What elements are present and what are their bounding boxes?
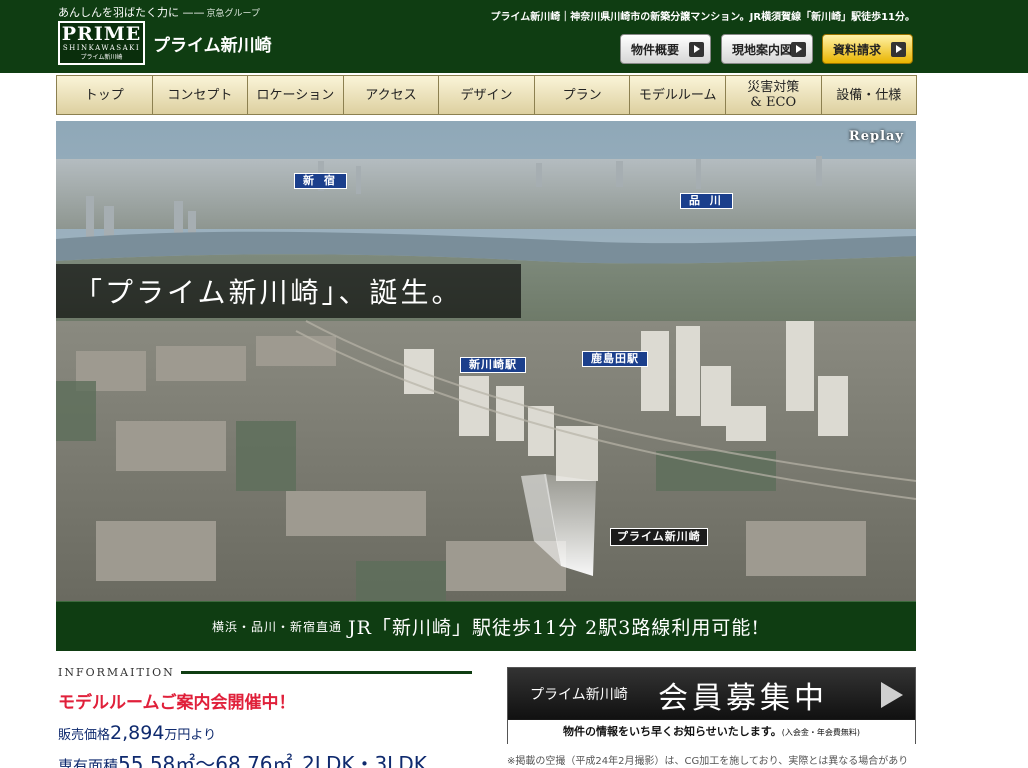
area-line: 専有面積55.58㎡〜68.76㎡ 2LDK・3LDK <box>58 748 427 768</box>
site-header: あんしんを羽ばたく力に —— 京急グループ PRIME SHINKAWASAKI … <box>0 0 1028 73</box>
label-shinjuku: 新 宿 <box>294 173 347 189</box>
nav-concept[interactable]: コンセプト <box>152 76 249 114</box>
nav-design[interactable]: デザイン <box>439 76 535 114</box>
site-map-label: 現地案内図 <box>732 42 793 57</box>
heading-divider <box>180 671 472 674</box>
price-prefix: 販売価格 <box>58 728 111 743</box>
request-brochure-button[interactable]: 資料請求 <box>822 34 913 64</box>
member-property-name: プライム新川崎 <box>530 687 628 703</box>
hero-aerial-image: Replay 「プライム新川崎」、誕生。 新 宿 品 川 新川崎駅 鹿島田駅 プ… <box>56 121 916 601</box>
tagline: あんしんを羽ばたく力に —— 京急グループ <box>58 4 260 20</box>
group-name: 京急グループ <box>206 9 260 19</box>
nav-top[interactable]: トップ <box>57 76 153 114</box>
info-title-link[interactable]: モデルルームご案内会開催中！ <box>58 688 296 713</box>
member-title: 会員募集中 <box>658 681 828 716</box>
member-sub-main: 物件の情報をいち早くお知らせいたします。 <box>563 725 782 738</box>
logo-jp-text: プライム新川崎 <box>80 54 123 61</box>
logo-sub-text: SHINKAWASAKI <box>62 44 141 52</box>
hero-headline-text: 「プライム新川崎」、誕生。 <box>74 276 463 309</box>
arrow-right-icon <box>791 42 806 57</box>
area-prefix: 専有面積 <box>58 757 119 768</box>
request-brochure-label: 資料請求 <box>833 42 882 57</box>
site-name: プライム新川崎 <box>153 36 272 56</box>
price-line: 販売価格2,894万円より <box>58 722 216 744</box>
price-value: 2,894 <box>110 722 165 744</box>
global-nav: トップ コンセプト ロケーション アクセス デザイン プラン モデルルーム 災害… <box>56 75 917 115</box>
information-heading-text: INFORMAITION <box>58 666 175 679</box>
arrow-right-icon <box>689 42 704 57</box>
header-description: プライム新川崎｜神奈川県川崎市の新築分譲マンション。JR横須賀線「新川崎」駅徒歩… <box>490 12 915 23</box>
arrow-right-icon <box>891 42 906 57</box>
price-suffix: 万円より <box>164 728 217 743</box>
label-shinkawasaki-station: 新川崎駅 <box>460 357 526 373</box>
replay-button[interactable]: Replay <box>849 129 904 144</box>
nav-disaster-eco[interactable]: 災害対策 & ECO <box>725 76 822 114</box>
label-property: プライム新川崎 <box>610 528 708 546</box>
nav-access[interactable]: アクセス <box>343 76 440 114</box>
site-map-button[interactable]: 現地案内図 <box>721 34 813 64</box>
access-banner: 横浜・品川・新宿直通 JR「新川崎」駅徒歩11分 2駅3路線利用可能! <box>56 601 916 651</box>
aerial-footnote: ※掲載の空撮（平成24年2月撮影）は、CG加工を施しており、実際とは異なる場合が… <box>507 756 909 767</box>
banner-main-text: JR「新川崎」駅徒歩11分 2駅3路線利用可能! <box>348 617 760 639</box>
hero-headline: 「プライム新川崎」、誕生。 <box>56 264 521 318</box>
nav-plan[interactable]: プラン <box>534 76 631 114</box>
area-value: 55.58㎡〜68.76㎡ <box>118 752 293 768</box>
play-arrow-icon <box>881 682 903 708</box>
logo-main-text: PRIME <box>61 23 142 45</box>
member-sub-note: (入会金・年会費無料) <box>781 728 860 737</box>
site-logo[interactable]: PRIME SHINKAWASAKI プライム新川崎 <box>58 21 145 65</box>
property-overview-label: 物件概要 <box>631 42 680 57</box>
banner-small-text: 横浜・品川・新宿直通 <box>212 620 343 634</box>
label-kashimada-station: 鹿島田駅 <box>582 351 648 367</box>
information-heading: INFORMAITION <box>58 666 472 679</box>
member-registration-banner[interactable]: プライム新川崎 会員募集中 物件の情報をいち早くお知らせいたします。(入会金・年… <box>507 667 916 744</box>
member-subtext: 物件の情報をいち早くお知らせいたします。(入会金・年会費無料) <box>508 720 915 744</box>
nav-model-room[interactable]: モデルルーム <box>630 76 726 114</box>
nav-equipment[interactable]: 設備・仕様 <box>821 76 917 114</box>
area-layout: 2LDK・3LDK <box>302 752 427 768</box>
tagline-text: あんしんを羽ばたく力に —— <box>58 6 205 19</box>
nav-location[interactable]: ロケーション <box>248 76 344 114</box>
property-overview-button[interactable]: 物件概要 <box>620 34 711 64</box>
member-banner-top: プライム新川崎 会員募集中 <box>508 668 915 719</box>
label-shinagawa: 品 川 <box>680 193 733 209</box>
